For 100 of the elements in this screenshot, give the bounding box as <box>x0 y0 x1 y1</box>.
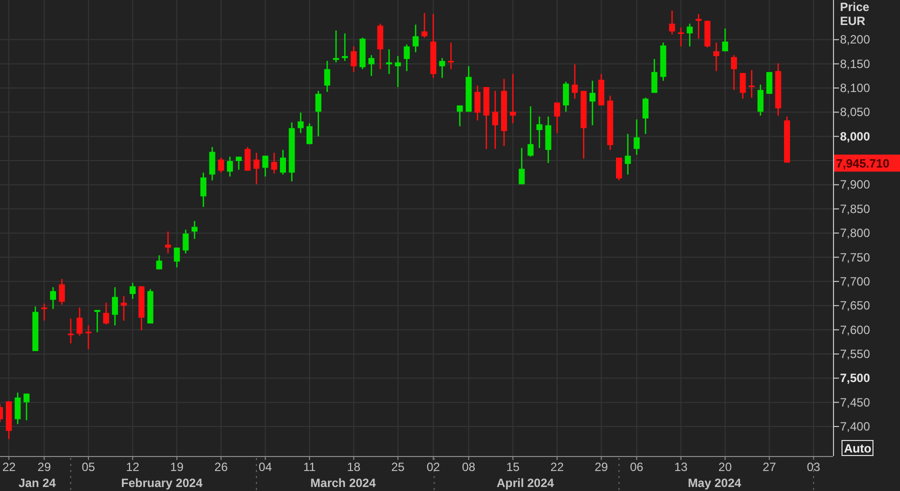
candle <box>271 152 278 174</box>
month-label: February 2024 <box>121 476 203 490</box>
date-tick-label: 22 <box>550 460 564 474</box>
month-label: March 2024 <box>310 476 376 490</box>
candle <box>174 248 180 268</box>
candle <box>6 401 12 440</box>
candle <box>103 302 110 324</box>
candle <box>236 156 242 170</box>
candle <box>501 78 508 146</box>
price-tick-label: 7,750 <box>840 250 870 264</box>
date-tick-label: 29 <box>38 460 51 474</box>
candle <box>68 318 74 344</box>
candle <box>112 287 118 326</box>
price-tick-label: 7,700 <box>840 274 870 288</box>
candle <box>350 46 357 72</box>
candle <box>562 82 569 112</box>
price-tick-label: 7,550 <box>840 346 870 361</box>
candle <box>580 90 587 159</box>
candle <box>262 156 268 176</box>
candle <box>315 90 322 136</box>
candle <box>740 73 746 99</box>
price-tick-label: 8,150 <box>840 56 870 71</box>
candle <box>0 404 3 422</box>
candle <box>624 134 631 175</box>
currency-label: EUR <box>840 14 866 28</box>
candle <box>244 147 251 171</box>
date-tick-label: 11 <box>303 460 316 474</box>
candle <box>386 49 392 74</box>
candle <box>492 90 498 149</box>
candle <box>466 66 472 112</box>
candle <box>24 394 30 420</box>
price-tick-label: 7,850 <box>840 202 870 216</box>
candle <box>439 58 446 78</box>
candle <box>660 42 666 81</box>
date-tick-label: 19 <box>170 460 184 474</box>
date-tick-label: 08 <box>462 460 476 474</box>
candle <box>651 59 658 93</box>
last-price-tag: 7,945.710 <box>834 154 900 172</box>
candle <box>430 14 436 78</box>
date-tick-label: 20 <box>718 460 732 474</box>
price-tick-label: 7,500 <box>840 371 870 386</box>
candle <box>209 147 216 180</box>
month-label: May 2024 <box>688 476 742 490</box>
candle <box>394 56 401 88</box>
date-tick-label: 18 <box>347 460 360 474</box>
candle <box>324 60 330 92</box>
candle <box>85 325 92 350</box>
candle <box>120 296 127 321</box>
candle <box>360 38 366 70</box>
candle <box>634 119 640 155</box>
axis-title: Price <box>840 0 870 14</box>
candle <box>713 42 720 72</box>
candle <box>483 87 490 149</box>
candle <box>130 282 136 299</box>
candle <box>58 279 65 305</box>
candle <box>510 74 516 124</box>
candle <box>528 106 534 157</box>
candle <box>50 287 56 309</box>
date-tick-label: 27 <box>762 460 776 474</box>
candle <box>589 80 596 126</box>
price-tick-label: 8,050 <box>840 105 870 120</box>
auto-button[interactable]: Auto <box>842 440 874 456</box>
candle <box>696 14 702 39</box>
candle <box>368 55 374 76</box>
candle <box>775 63 782 116</box>
candle <box>226 156 233 176</box>
candle <box>342 33 348 61</box>
candle <box>94 310 100 332</box>
price-tick-label: 7,650 <box>840 298 870 313</box>
date-tick-label: 29 <box>594 460 608 474</box>
candle <box>298 112 304 133</box>
candle <box>280 150 286 175</box>
date-tick-label: 13 <box>674 460 688 474</box>
candle <box>748 70 755 98</box>
price-tick-label: 7,450 <box>840 395 870 410</box>
candle <box>253 152 260 184</box>
price-tick-label: 8,100 <box>840 81 870 95</box>
candle <box>404 44 410 72</box>
date-tick-label: 03 <box>806 460 820 474</box>
candle <box>306 123 312 144</box>
price-tick-label: 7,400 <box>840 420 870 434</box>
candle <box>14 392 21 424</box>
month-label: Jan 24 <box>18 476 56 490</box>
candle <box>76 308 83 336</box>
candle <box>333 30 340 62</box>
candle <box>686 24 693 46</box>
candle <box>200 172 206 207</box>
candle <box>377 24 384 70</box>
month-label: April 2024 <box>496 476 554 490</box>
candle <box>288 122 295 182</box>
date-tick-label: 04 <box>258 460 272 474</box>
candle <box>218 158 224 173</box>
candle <box>536 116 542 148</box>
candle <box>722 28 728 52</box>
price-tick-label: 8,000 <box>840 129 870 144</box>
candle <box>448 42 454 70</box>
candle <box>474 86 481 120</box>
candle <box>554 102 560 133</box>
candle <box>616 158 622 180</box>
price-tick-label: 8,200 <box>840 32 870 47</box>
